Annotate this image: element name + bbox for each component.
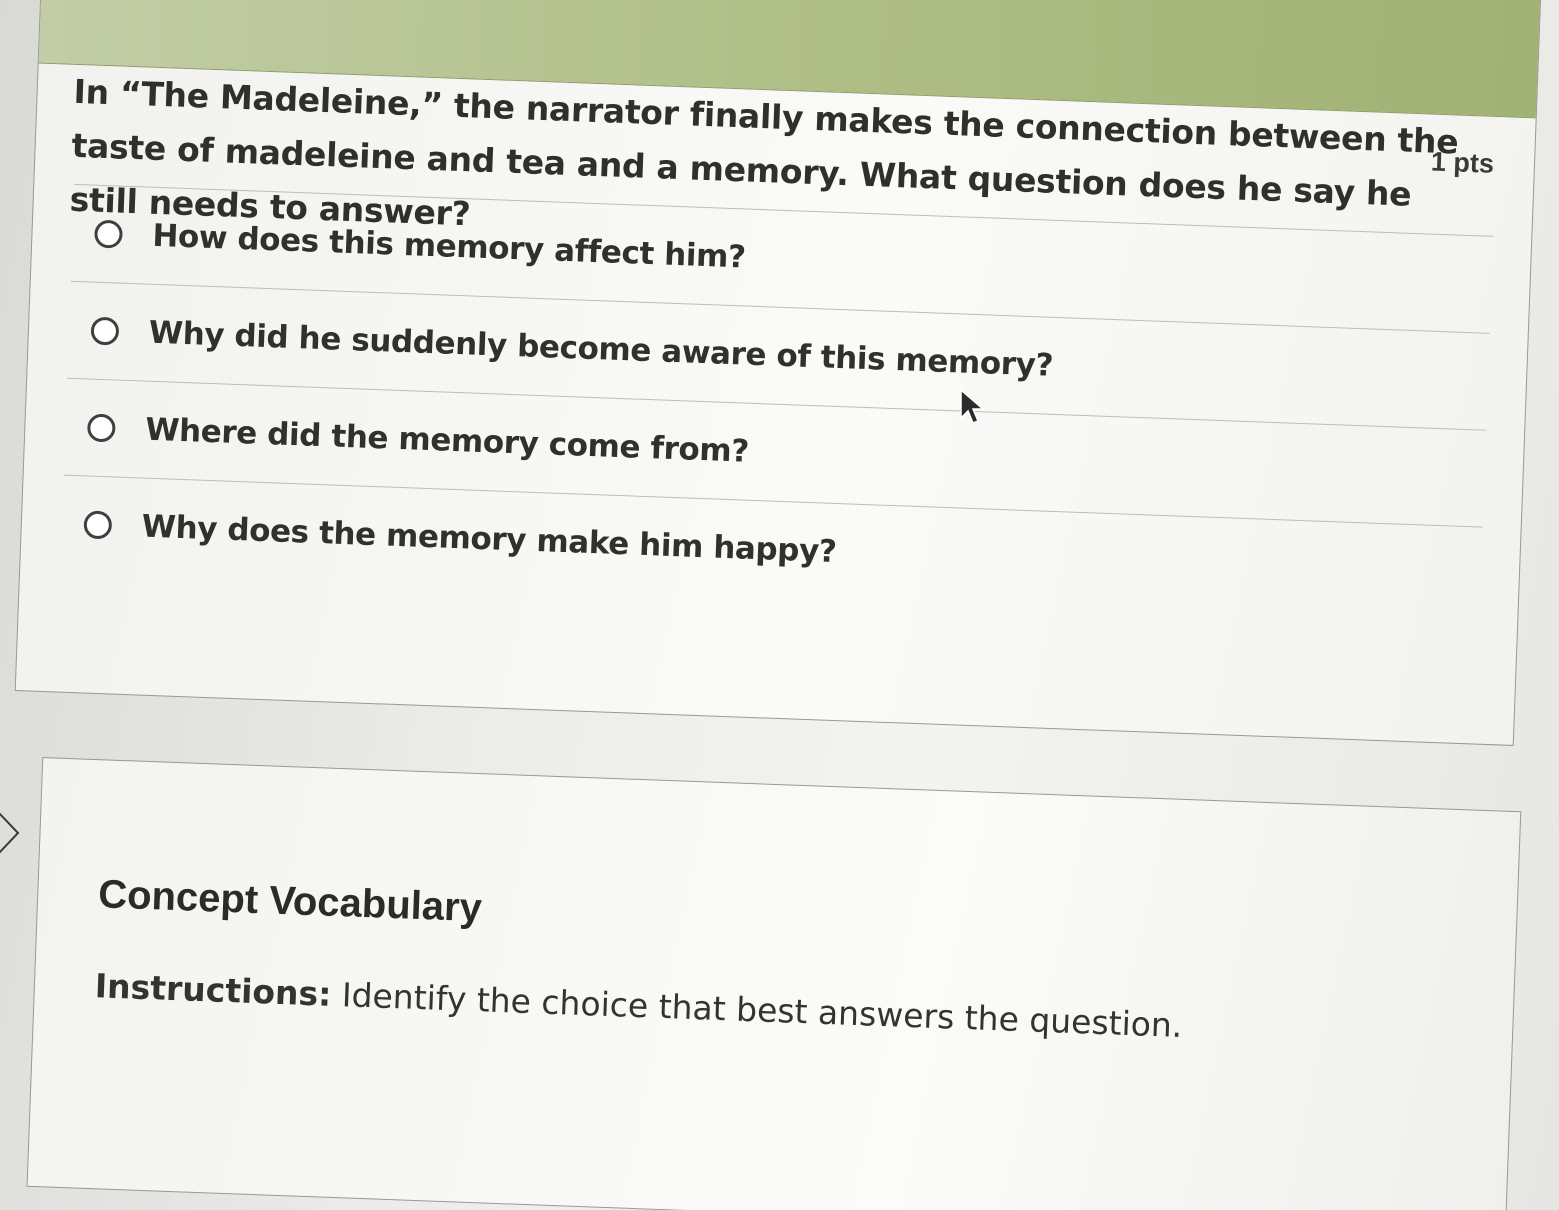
- answer-label: How does this memory affect him?: [151, 217, 747, 276]
- answer-label: Where did the memory come from?: [144, 411, 750, 470]
- instructions-card: Concept Vocabulary Instructions: Identif…: [26, 757, 1522, 1210]
- mouse-pointer-icon: [960, 388, 986, 424]
- instructions-text: Instructions: Identify the choice that b…: [94, 966, 1183, 1045]
- radio-button-icon[interactable]: [86, 413, 116, 443]
- radio-button-icon[interactable]: [90, 316, 120, 346]
- radio-button-icon[interactable]: [83, 510, 113, 540]
- answer-list: How does this memory affect him? Why did…: [60, 183, 1494, 624]
- question-card: 1 pts In “The Madeleine,” the narrator f…: [14, 0, 1543, 746]
- instructions-label: Instructions:: [94, 966, 333, 1014]
- screen: 1 pts In “The Madeleine,” the narrator f…: [0, 0, 1559, 1210]
- instructions-body: Identify the choice that best answers th…: [341, 975, 1184, 1046]
- radio-button-icon[interactable]: [93, 219, 123, 249]
- quiz-content: 1 pts In “The Madeleine,” the narrator f…: [0, 0, 1558, 1210]
- answer-label: Why does the memory make him happy?: [141, 508, 838, 571]
- section-title: Concept Vocabulary: [97, 872, 483, 931]
- answer-label: Why did he suddenly become aware of this…: [148, 314, 1054, 384]
